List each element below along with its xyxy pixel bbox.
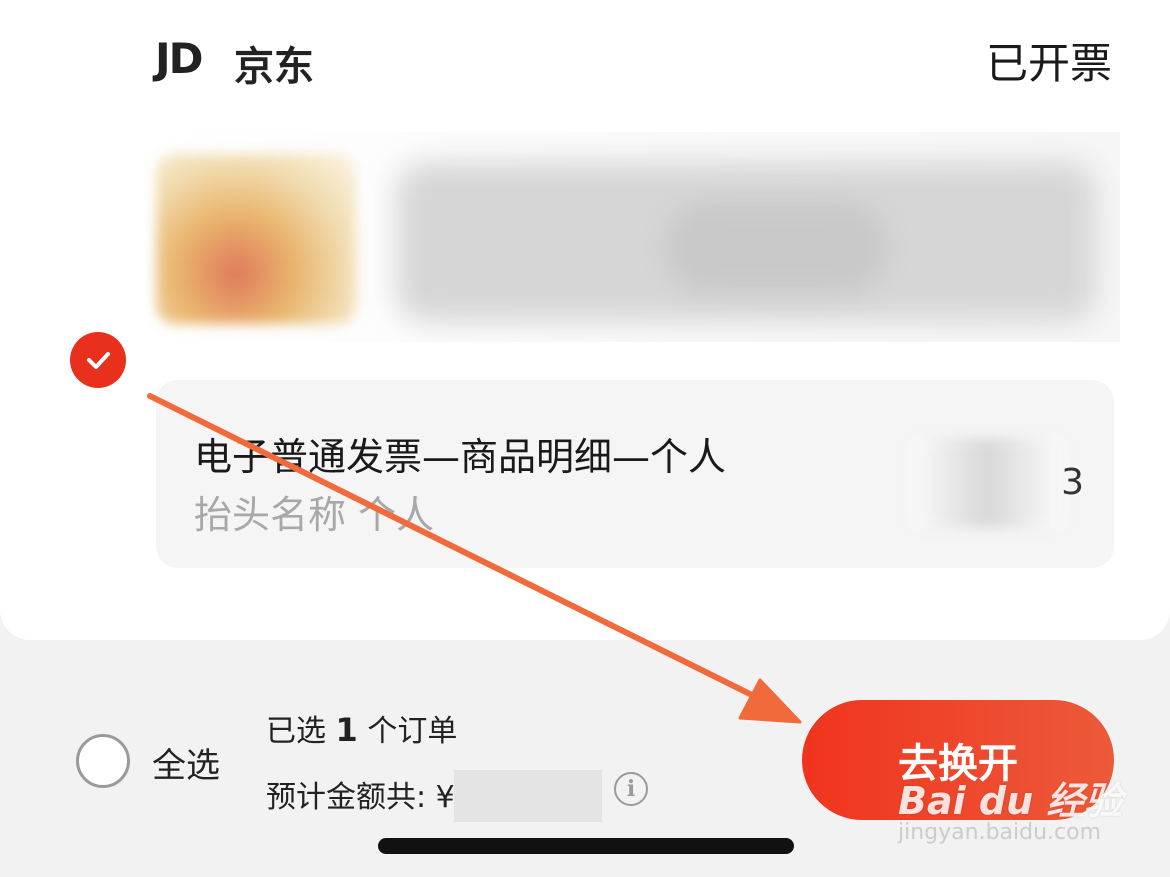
invoice-title-text: 抬头名称 个人: [194, 493, 435, 537]
product-row[interactable]: [146, 132, 1120, 342]
info-icon[interactable]: i: [614, 772, 648, 806]
selected-count-text: 已选 1 个订单: [266, 706, 457, 750]
order-card: JD 京东 已开票 电子普通发票—商品明细—个人 抬头名称 个人 3: [0, 0, 1170, 640]
baidu-jingyan-watermark: Bai du 经验 jingyan.baidu.com: [898, 770, 1123, 845]
invoice-status-label: 已开票: [985, 39, 1112, 88]
check-icon: [87, 352, 110, 369]
select-all-radio[interactable]: [76, 734, 130, 788]
estimate-amount-blurred: [454, 770, 602, 822]
select-all-label[interactable]: 全选: [152, 738, 220, 787]
product-title-blurred-detail: [666, 202, 886, 292]
selected-suffix: 个订单: [367, 714, 458, 749]
invoice-info-box[interactable]: 电子普通发票—商品明细—个人 抬头名称 个人 3: [156, 380, 1114, 568]
watermark-url: jingyan.baidu.com: [898, 820, 1102, 845]
invoice-type-text: 电子普通发票—商品明细—个人: [194, 435, 727, 479]
home-indicator[interactable]: [378, 838, 794, 854]
order-select-checkbox[interactable]: [70, 332, 126, 388]
selected-prefix: 已选: [266, 714, 326, 749]
product-thumbnail: [156, 154, 356, 324]
shop-name[interactable]: 京东: [234, 34, 314, 92]
watermark-logo: Bai du 经验: [898, 779, 1123, 823]
invoice-amount-blurred: [912, 438, 1062, 528]
selected-count: 1: [335, 711, 358, 749]
invoice-amount-tail: 3: [1061, 462, 1084, 503]
jd-logo-icon: JD: [155, 34, 203, 83]
estimate-amount-label: 预计金额共: ¥: [266, 780, 455, 815]
